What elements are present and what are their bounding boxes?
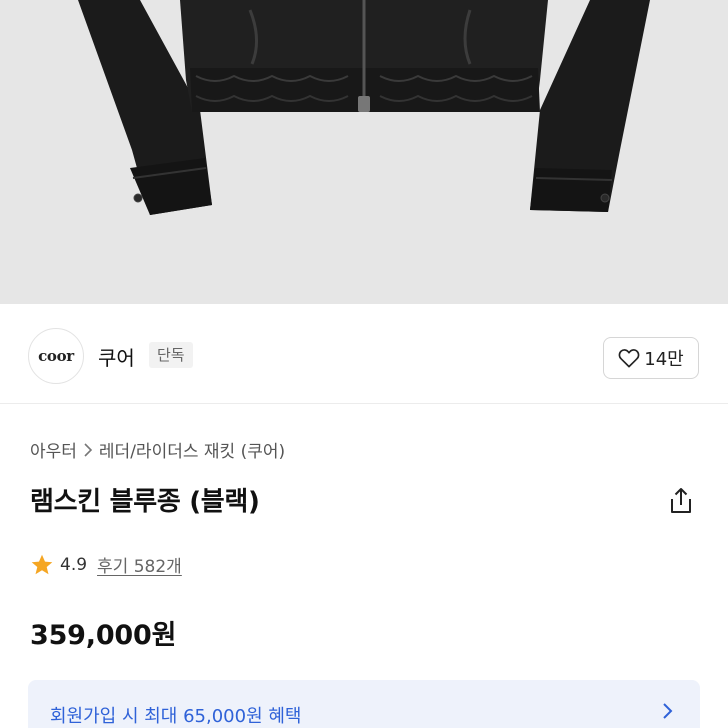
member-benefit-banner[interactable]: 회원가입 시 최대 65,000원 혜택 (28, 680, 700, 728)
brand-row: coor 쿠어 단독 14만 (0, 304, 728, 404)
rating-value: 4.9 (60, 554, 88, 575)
brand-logo[interactable]: coor (28, 328, 84, 384)
banner-text: 회원가입 시 최대 65,000원 혜택 (50, 706, 302, 727)
chevron-right-icon (84, 442, 93, 457)
like-button[interactable]: 14만 (603, 337, 699, 379)
price: 359,000원 (30, 620, 177, 651)
heart-icon (618, 349, 640, 368)
product-title: 램스킨 블루종 (블랙) (30, 487, 260, 517)
rating-row: 4.9 후기 582개 (30, 552, 182, 577)
jacket-photo (0, 0, 728, 304)
brand-name[interactable]: 쿠어 (98, 342, 135, 371)
review-link[interactable]: 후기 582개 (97, 552, 182, 577)
chevron-right-icon (663, 703, 673, 719)
exclusive-badge: 단독 (149, 342, 193, 368)
share-icon[interactable] (666, 486, 696, 516)
breadcrumb-subcategory[interactable]: 레더/라이더스 재킷 (쿠어) (99, 437, 285, 462)
breadcrumb-category[interactable]: 아우터 (30, 437, 77, 462)
star-icon (31, 554, 53, 574)
like-count: 14만 (644, 349, 684, 370)
product-image[interactable] (0, 0, 728, 304)
breadcrumb: 아우터 레더/라이더스 재킷 (쿠어) (30, 437, 285, 462)
